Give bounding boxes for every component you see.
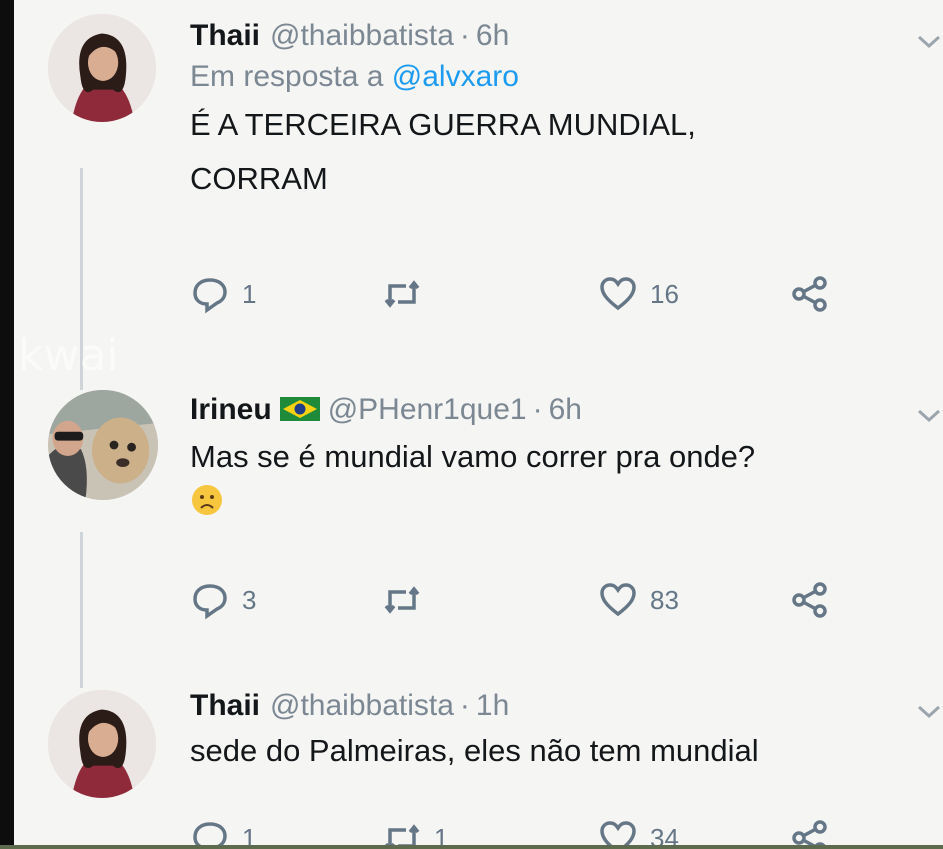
retweet-icon (384, 824, 420, 845)
tweet-text: É A TERCEIRA GUERRA MUNDIAL, CORRAM (190, 98, 943, 206)
like-button[interactable]: 83 (598, 580, 679, 620)
tweet-thread-screen: Thaii @thaibbatista · 6h Em resposta a @… (14, 0, 943, 845)
tweet-header: Thaii @thaibbatista · 6h (190, 18, 943, 54)
separator-dot: · (459, 689, 470, 722)
display-name[interactable]: Thaii (190, 688, 260, 724)
tweet-actions: 1 1 34 (190, 818, 870, 845)
retweet-icon (384, 586, 420, 614)
user-handle[interactable]: @thaibbatista (270, 18, 454, 54)
brazil-flag-icon (279, 397, 320, 421)
avatar[interactable] (48, 14, 156, 122)
chevron-down-icon[interactable] (915, 32, 943, 52)
reply-button[interactable]: 1 (190, 274, 256, 314)
retweet-button[interactable] (382, 274, 434, 314)
reply-icon (193, 822, 227, 845)
kwai-watermark-logo: kwai (18, 330, 119, 381)
tweet[interactable]: Thaii @thaibbatista · 1h sede do Palmeir… (190, 688, 943, 776)
tweet-text-line: CORRAM (190, 161, 328, 196)
svg-text:kwai: kwai (18, 330, 119, 381)
reply-count: 3 (242, 584, 257, 615)
retweet-button[interactable] (382, 580, 434, 620)
thread-line (80, 532, 83, 688)
share-button[interactable] (790, 580, 830, 620)
tweet-header: Irineu @PHenr1que1 · 6h (190, 392, 943, 428)
chevron-down-icon[interactable] (915, 406, 943, 426)
like-count: 34 (650, 822, 679, 846)
like-button[interactable]: 16 (598, 274, 679, 314)
user-handle[interactable]: @thaibbatista (270, 688, 454, 724)
separator-dot: · (532, 393, 543, 426)
share-button[interactable] (790, 818, 830, 845)
tweet-actions: 3 83 (190, 580, 870, 624)
avatar[interactable] (48, 690, 156, 798)
reply-button[interactable]: 1 (190, 818, 256, 845)
retweet-icon (384, 280, 420, 308)
tweet-text-line: sede do Palmeiras, eles não tem mundial (190, 733, 759, 768)
reply-prefix: Em resposta a (190, 60, 384, 93)
heart-icon (600, 583, 636, 617)
worried-face-icon (192, 485, 222, 515)
timestamp[interactable]: 6h (549, 392, 582, 428)
tweet-actions: 1 16 (190, 274, 870, 318)
display-name[interactable]: Irineu (190, 392, 272, 428)
like-count: 16 (650, 278, 679, 309)
share-icon (792, 582, 827, 618)
reply-count: 1 (242, 278, 257, 309)
chevron-down-icon[interactable] (915, 702, 943, 722)
tweet-header: Thaii @thaibbatista · 1h (190, 688, 943, 724)
emoji-line (190, 482, 943, 532)
display-name[interactable]: Thaii (190, 18, 260, 54)
tweet[interactable]: Thaii @thaibbatista · 6h Em resposta a @… (190, 18, 943, 206)
retweet-button[interactable]: 1 (382, 818, 448, 845)
reply-button[interactable]: 3 (190, 580, 256, 620)
separator-dot: · (459, 19, 470, 52)
tweet-text: Mas se é mundial vamo correr pra onde? (190, 432, 943, 532)
timestamp[interactable]: 1h (476, 688, 509, 724)
tweet-text-line: Mas se é mundial vamo correr pra onde? (190, 439, 756, 474)
reply-mention-link[interactable]: @alvxaro (392, 60, 519, 93)
heart-icon (600, 277, 636, 311)
tweet-text-line: É A TERCEIRA GUERRA MUNDIAL, (190, 107, 696, 142)
heart-icon (600, 821, 636, 845)
reply-context: Em resposta a @alvxaro (190, 58, 943, 96)
user-handle[interactable]: @PHenr1que1 (328, 392, 527, 428)
like-button[interactable]: 34 (598, 818, 679, 845)
tweet-text: sede do Palmeiras, eles não tem mundial (190, 726, 943, 776)
bottom-edge (0, 845, 943, 849)
reply-count: 1 (242, 822, 257, 846)
share-button[interactable] (790, 274, 830, 314)
tweet[interactable]: Irineu @PHenr1que1 · 6h Mas se é mundial… (190, 392, 943, 532)
timestamp[interactable]: 6h (476, 18, 509, 54)
retweet-count: 1 (434, 822, 449, 846)
share-icon (792, 820, 827, 845)
share-icon (792, 276, 827, 312)
reply-icon (193, 278, 227, 314)
like-count: 83 (650, 584, 679, 615)
reply-icon (193, 584, 227, 620)
